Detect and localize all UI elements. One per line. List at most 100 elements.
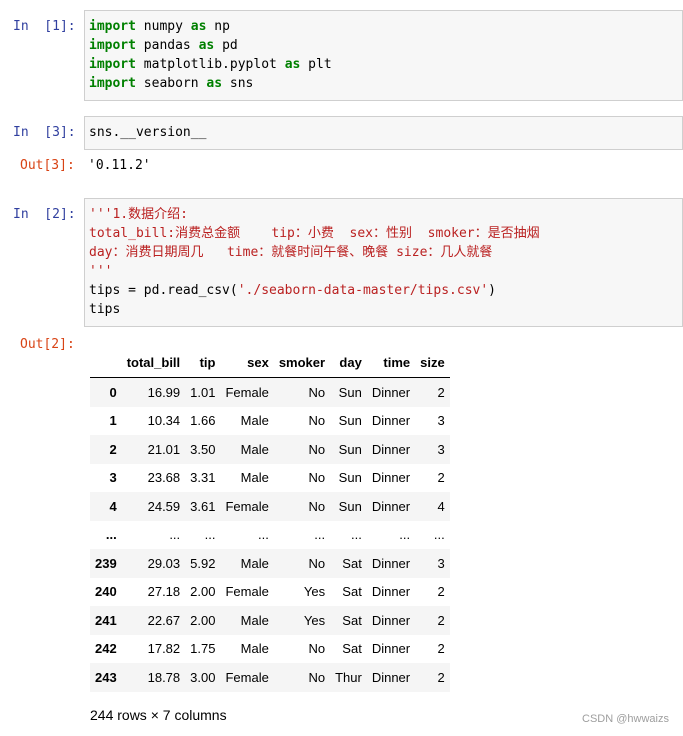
code-cell-read-csv[interactable]: '''1.数据介绍: total_bill:消费总金额 tip：小费 sex：性别… [84, 198, 683, 327]
table-cell: Sun [338, 470, 362, 486]
table-cell: 10.34 [147, 413, 181, 429]
row-index: 3 [109, 470, 117, 486]
table-cell: 2 [437, 470, 445, 486]
code-keyword: as [190, 19, 207, 34]
code-token: plt [300, 57, 332, 72]
table-cell: 3 [437, 413, 445, 429]
table-row: 239 29.03 5.92 Male No Sat Dinner 3 [90, 549, 450, 578]
table-cell: 17.82 [147, 641, 181, 657]
table-cell: No [308, 441, 326, 457]
code-keyword: import [89, 76, 136, 91]
code-keyword: import [89, 38, 136, 53]
code-string: ''' [89, 264, 113, 279]
table-cell: Sat [342, 555, 362, 571]
code-keyword: import [89, 19, 136, 34]
table-cell: 29.03 [147, 555, 181, 571]
version-output: '0.11.2' [88, 158, 151, 173]
table-cell: Dinner [371, 641, 411, 657]
table-cell: No [308, 555, 326, 571]
code-token: ) [488, 283, 496, 298]
code-cell-version[interactable]: sns.__version__ [84, 116, 683, 150]
row-index: 0 [109, 384, 117, 400]
code-token: sns [222, 76, 254, 91]
table-row: 243 18.78 3.00 Female No Thur Dinner 2 [90, 663, 450, 692]
table-cell: Thur [335, 669, 362, 685]
code-token: numpy [135, 19, 191, 34]
code-line: import pandas as pd [89, 36, 682, 55]
table-cell: Dinner [371, 555, 411, 571]
column-header: total_bill [121, 347, 186, 378]
code-string: './seaborn-data-master/tips.csv' [237, 283, 489, 298]
table-cell: 3.50 [190, 441, 216, 457]
code-line: import numpy as np [89, 17, 682, 36]
table-cell: No [308, 498, 326, 514]
index-header [90, 347, 122, 378]
code-line: import matplotlib.pyplot as plt [89, 55, 682, 74]
table-cell: Dinner [371, 584, 411, 600]
table-cell: ... [399, 527, 411, 543]
table-cell: 3 [437, 441, 445, 457]
table-cell: 4 [437, 498, 445, 514]
table-body: 0 16.99 1.01 Female No Sun Dinner 2 1 10.34 1.66 Ma… [90, 377, 450, 692]
table-cell: 2 [437, 612, 445, 628]
code-editor[interactable]: sns.__version__ [85, 117, 682, 142]
table-cell: Male [240, 470, 269, 486]
table-cell: ... [257, 527, 269, 543]
code-string: total_bill:消费总金额 tip：小费 sex：性别 smoker：是否… [89, 226, 540, 241]
table-cell: No [308, 413, 326, 429]
table-cell: No [308, 470, 326, 486]
table-cell: ... [350, 527, 362, 543]
table-cell: ... [314, 527, 326, 543]
code-editor[interactable]: import numpy as np import pandas as pd imp… [85, 11, 682, 93]
table-cell: 27.18 [147, 584, 181, 600]
table-cell: Dinner [371, 384, 411, 400]
table-row: 240 27.18 2.00 Female Yes Sat Dinner 2 [90, 578, 450, 607]
table-cell: 2 [437, 584, 445, 600]
table-cell: ... [204, 527, 216, 543]
code-keyword: as [206, 76, 223, 91]
table-cell: Male [240, 413, 269, 429]
cell-1-in-prompt: In [1]: [13, 19, 76, 34]
table-row: 1 10.34 1.66 Male No Sun Dinner 3 [90, 407, 450, 436]
table-cell: 5.92 [190, 555, 216, 571]
code-line: import seaborn as sns [89, 74, 682, 93]
table-cell: Dinner [371, 470, 411, 486]
row-index: 239 [95, 555, 117, 571]
code-token: tips = pd.read_csv( [89, 283, 238, 298]
table-cell: Dinner [371, 612, 411, 628]
code-string: '''1.数据介绍: [89, 207, 188, 222]
code-line: day：消费日期周几 time：就餐时间午餐、晚餐 size：几人就餐 [89, 243, 682, 262]
table-cell: Dinner [371, 413, 411, 429]
table-cell: ... [169, 527, 181, 543]
table-cell: 2 [437, 669, 445, 685]
table-cell: 2 [437, 641, 445, 657]
table-header-row: total_bill tip sex smoker day time size [90, 347, 450, 378]
code-cell-imports[interactable]: import numpy as np import pandas as pd imp… [84, 10, 683, 101]
table-cell: 3.61 [190, 498, 216, 514]
code-editor[interactable]: '''1.数据介绍: total_bill:消费总金额 tip：小费 sex：性别… [85, 199, 682, 319]
column-header: tip [185, 347, 221, 378]
table-cell: 22.67 [147, 612, 181, 628]
table-cell: Female [225, 498, 269, 514]
watermark: CSDN @hwwaizs [582, 713, 669, 725]
table-cell: 2.00 [190, 612, 216, 628]
table-cell: No [308, 641, 326, 657]
code-token: sns.__version__ [89, 125, 207, 140]
code-token: seaborn [135, 76, 207, 91]
table-cell: Female [225, 584, 269, 600]
table-cell: Male [240, 641, 269, 657]
code-line: tips [89, 300, 682, 319]
table-cell: No [308, 384, 326, 400]
code-keyword: as [198, 38, 215, 53]
table-cell: Sat [342, 612, 362, 628]
table-cell: Male [240, 612, 269, 628]
dataframe-shape-label: 244 rows × 7 columns [90, 707, 227, 723]
row-index: 2 [109, 441, 117, 457]
table-cell: 3.31 [190, 470, 216, 486]
row-index: 240 [95, 584, 117, 600]
code-token: matplotlib.pyplot [135, 57, 285, 72]
table-cell: No [308, 669, 326, 685]
code-token: pandas [135, 38, 199, 53]
code-token: np [206, 19, 230, 34]
table-cell: Sun [338, 441, 362, 457]
